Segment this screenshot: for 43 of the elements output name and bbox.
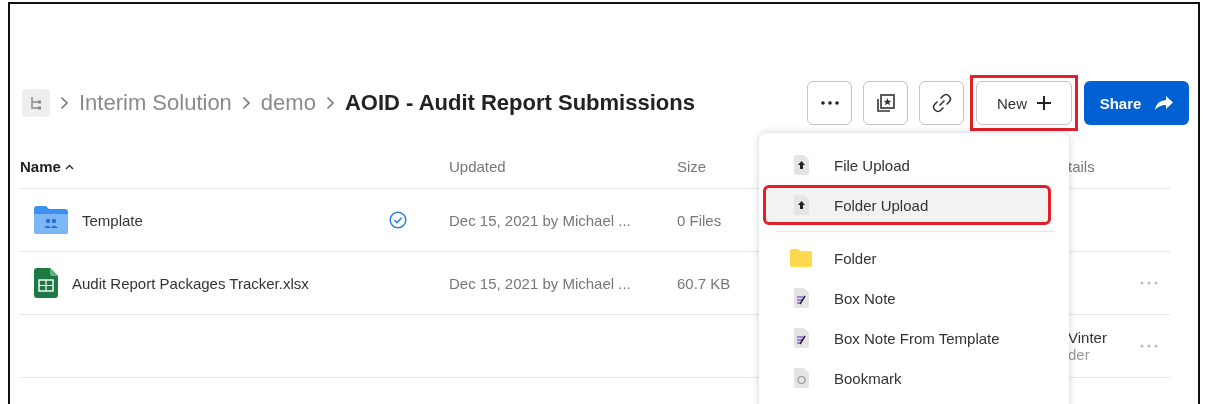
- menu-item[interactable]: Bookmark: [759, 358, 1069, 398]
- folder-tree-icon[interactable]: [22, 89, 50, 117]
- chevron-icon: [241, 96, 251, 110]
- menu-item[interactable]: Folder Upload: [763, 185, 1051, 225]
- file-name[interactable]: Audit Report Packages Tracker.xlsx: [72, 274, 309, 292]
- note-icon: [793, 288, 809, 308]
- menu-item[interactable]: Folder: [759, 238, 1069, 278]
- more-icon[interactable]: [1140, 344, 1158, 348]
- menu-item[interactable]: Box Note From Template: [759, 318, 1069, 358]
- new-button[interactable]: New: [976, 81, 1072, 125]
- folder-icon: [790, 249, 812, 267]
- file-name[interactable]: Template: [82, 211, 143, 229]
- more-icon[interactable]: [1140, 281, 1158, 285]
- more-icon: [820, 101, 839, 105]
- column-header[interactable]: Updated: [449, 158, 677, 175]
- chevron-icon: [60, 96, 69, 110]
- size-cell-text: 0 Files: [677, 211, 723, 229]
- size-cell-text: 60.7 KB: [677, 274, 732, 292]
- link-icon: [931, 93, 952, 113]
- plus-icon: [1037, 96, 1051, 110]
- collection-button[interactable]: [863, 81, 908, 125]
- column-header[interactable]: tails: [1068, 158, 1140, 175]
- spreadsheet-icon: [34, 268, 58, 298]
- menu-item[interactable]: Box Note: [759, 278, 1069, 318]
- more-button[interactable]: [807, 81, 852, 125]
- note-icon: [793, 328, 809, 348]
- chevron-icon: [325, 96, 335, 110]
- details-subtext: der: [1068, 346, 1091, 363]
- upload-icon: [793, 195, 809, 215]
- share-button[interactable]: Share: [1084, 81, 1189, 125]
- column-header[interactable]: Name: [20, 158, 449, 175]
- updated-cell-text: Dec 15, 2021 by Michael ...: [449, 211, 632, 229]
- share-arrow-icon: [1155, 96, 1174, 110]
- menu-item[interactable]: File Upload: [759, 145, 1069, 185]
- updated-cell-text: Dec 15, 2021 by Michael ...: [449, 274, 632, 292]
- link-button[interactable]: [919, 81, 964, 125]
- details-text: Vinter: [1068, 329, 1108, 346]
- breadcrumb-item: AOID - Audit Report Submissions: [344, 90, 695, 116]
- link-icon: [793, 368, 809, 388]
- star-collection-icon: [875, 93, 896, 113]
- sort-icon: [64, 163, 74, 170]
- shared-folder-icon: [34, 206, 68, 234]
- upload-icon: [793, 155, 809, 175]
